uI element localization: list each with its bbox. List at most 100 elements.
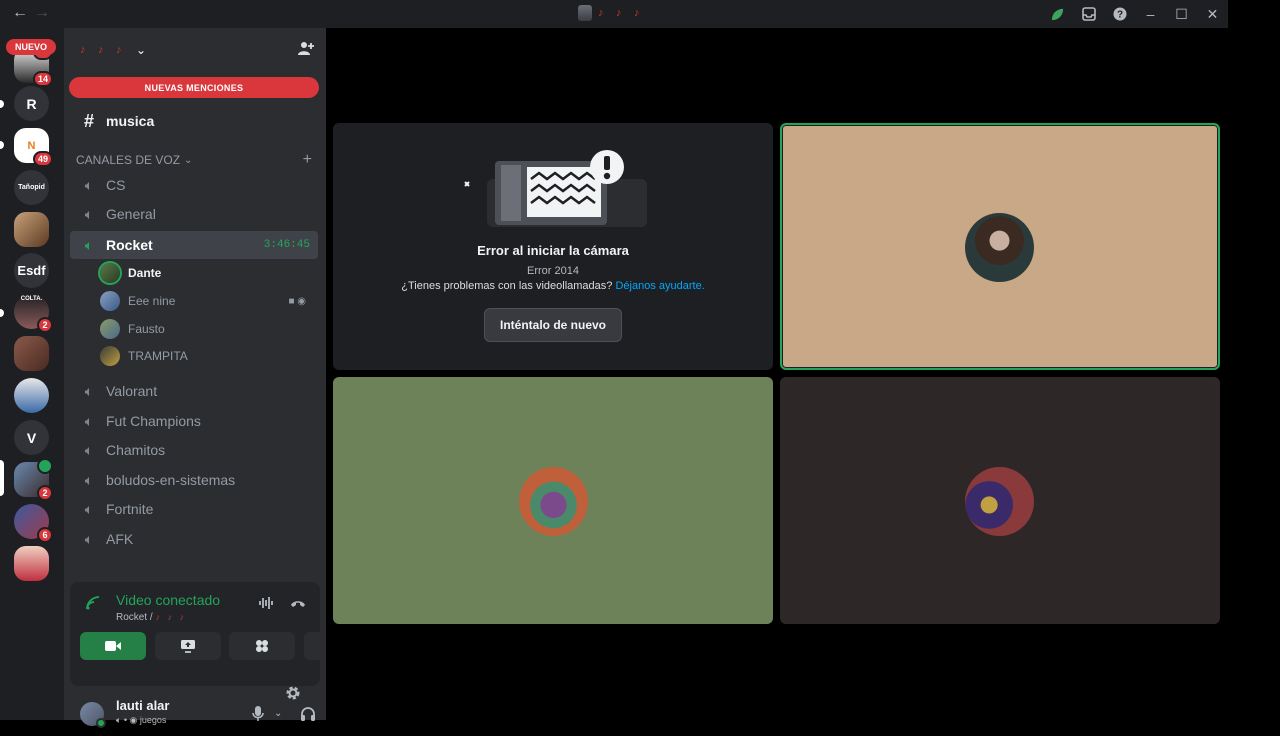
avatar[interactable] xyxy=(80,702,106,728)
member-name: Dante xyxy=(128,266,162,280)
avatar xyxy=(100,319,120,339)
screen-share-button[interactable] xyxy=(155,632,221,660)
hashtag-icon: # xyxy=(83,110,94,131)
server-icon[interactable]: 6 xyxy=(14,504,53,543)
maximize-button[interactable]: ☐ xyxy=(1166,0,1197,28)
channel-label: General xyxy=(106,206,156,222)
connection-status: Video conectado xyxy=(116,592,221,608)
unread-pill xyxy=(0,141,4,149)
server-header[interactable]: ♪ ♪ ♪ ⌄ xyxy=(64,28,326,72)
voice-channel-chamitos[interactable]: 🔈︎ Chamitos xyxy=(70,436,318,464)
back-arrow-icon[interactable]: ← xyxy=(12,4,28,22)
forward-arrow-icon[interactable]: → xyxy=(34,4,50,22)
voice-connection-panel: Video conectado Rocket / ♪ ♪ ♪ xyxy=(70,582,370,686)
user-activity: 🔈︎ • ◉ juegos xyxy=(116,715,166,726)
text-channel-musica[interactable]: # musica xyxy=(70,107,318,135)
channel-label: Fortnite xyxy=(106,501,154,517)
voice-channel-cs[interactable]: 🔈︎ CS xyxy=(70,171,318,199)
server-icon[interactable]: R xyxy=(14,86,49,121)
chevron-down-icon[interactable]: ⌄ xyxy=(274,708,282,719)
server-list: 18 14 NUEVO R N49 Tañopid Esdf COLTA.2 V… xyxy=(0,28,64,720)
mention-badge: 2 xyxy=(37,485,53,501)
signal-icon[interactable] xyxy=(86,596,100,613)
channel-label: AFK xyxy=(106,531,134,547)
server-initial: R xyxy=(26,95,37,112)
guitar-icon: ♪ xyxy=(598,7,604,19)
speaker-icon: 🔈︎ xyxy=(84,441,94,458)
new-badge: NUEVO xyxy=(6,39,56,55)
connection-channel-label: Rocket / xyxy=(116,612,153,623)
headphones-icon[interactable] xyxy=(300,706,316,725)
help-link[interactable]: Déjanos ayudarte. xyxy=(615,280,704,292)
invite-people-icon[interactable] xyxy=(298,40,314,61)
voice-category-header[interactable]: CANALES DE VOZ ⌄ + xyxy=(76,151,312,169)
voice-member[interactable]: Fausto xyxy=(100,316,314,342)
minimize-button[interactable]: – xyxy=(1135,0,1166,28)
inbox-icon[interactable] xyxy=(1073,0,1104,28)
server-icon[interactable]: COLTA. 2 xyxy=(14,294,53,333)
settings-gear-icon[interactable] xyxy=(285,685,301,706)
new-mentions-banner[interactable]: NUEVAS MENCIONES xyxy=(69,77,319,98)
server-icon[interactable]: Tañopid xyxy=(14,170,49,205)
retry-button[interactable]: Inténtalo de nuevo xyxy=(484,308,622,342)
camera-button[interactable] xyxy=(80,632,146,660)
close-button[interactable]: ✕ xyxy=(1197,0,1228,28)
server-icon[interactable]: V xyxy=(14,420,49,455)
username[interactable]: lauti alar xyxy=(116,698,169,713)
channel-label: Valorant xyxy=(106,383,158,399)
video-tile[interactable] xyxy=(780,377,1220,624)
voice-channel-fut-champions[interactable]: 🔈︎ Fut Champions xyxy=(70,407,318,435)
voice-channel-valorant[interactable]: 🔈︎ Valorant xyxy=(70,377,318,405)
mention-badge: 2 xyxy=(37,317,53,333)
voice-channel-afk[interactable]: 🔈︎ AFK xyxy=(70,525,318,553)
server-icon[interactable]: N 49 xyxy=(14,128,53,167)
noise-suppression-icon[interactable] xyxy=(258,596,274,613)
video-tile[interactable] xyxy=(333,377,773,624)
server-icon[interactable] xyxy=(14,336,49,371)
voice-channel-general[interactable]: 🔈︎ General xyxy=(70,200,318,228)
add-channel-icon[interactable]: + xyxy=(303,151,312,169)
unread-pill xyxy=(0,309,4,317)
nitro-leaf-icon[interactable] xyxy=(1042,0,1073,28)
connection-channel[interactable]: Rocket / ♪ ♪ ♪ xyxy=(116,611,191,623)
voice-channel-rocket[interactable]: 🔈︎ Rocket 3:46:45 xyxy=(70,231,318,259)
voice-member[interactable]: TRAMPITA xyxy=(100,343,314,369)
server-initial: N xyxy=(27,139,36,152)
video-call-grid: Error al iniciar la cámara Error 2014 ¿T… xyxy=(326,28,1228,720)
microphone-icon[interactable] xyxy=(252,706,264,725)
member-name: Eee nine xyxy=(128,294,176,308)
error-help-text: ¿Tienes problemas con las videollamadas?… xyxy=(333,280,773,292)
voice-channel-fortnite[interactable]: 🔈︎ Fortnite xyxy=(70,495,318,523)
error-code: Error 2014 xyxy=(527,265,579,277)
server-icon-selected[interactable]: 2 xyxy=(14,458,53,501)
server-icon[interactable] xyxy=(14,546,49,581)
guitar-icon: ♪ xyxy=(80,44,86,56)
disconnect-icon[interactable] xyxy=(290,596,306,612)
guitar-icon: ♪ xyxy=(634,7,640,19)
video-tile-speaking[interactable] xyxy=(780,123,1220,370)
member-name: Fausto xyxy=(128,322,165,336)
channel-label: CS xyxy=(106,177,126,193)
server-icon[interactable]: Esdf xyxy=(14,253,49,288)
video-tile-error[interactable]: Error al iniciar la cámara Error 2014 ¿T… xyxy=(333,123,773,370)
participant-avatar xyxy=(965,467,1034,536)
broken-camera-illustration xyxy=(464,150,647,227)
server-icon[interactable] xyxy=(14,378,49,413)
voice-activity-icon xyxy=(37,458,53,474)
voice-channel-boludos[interactable]: 🔈︎ boludos-en-sistemas xyxy=(70,466,318,494)
voice-member[interactable]: Dante xyxy=(100,260,314,286)
unread-pill xyxy=(0,100,4,108)
activities-button[interactable] xyxy=(229,632,295,660)
avatar xyxy=(100,291,120,311)
channel-label: boludos-en-sistemas xyxy=(106,472,236,488)
server-name-label: COLTA. xyxy=(20,296,43,302)
help-icon[interactable]: ? xyxy=(1104,0,1135,28)
avatar xyxy=(100,346,120,366)
mention-badge: 14 xyxy=(32,71,53,87)
channel-label: Chamitos xyxy=(106,442,166,458)
voice-member[interactable]: Eee nine ■ ◉ xyxy=(100,288,314,314)
speaker-icon: 🔈︎ • ◉ xyxy=(116,715,140,725)
selected-pill xyxy=(0,460,4,496)
participant-avatar xyxy=(965,213,1034,282)
server-icon[interactable] xyxy=(14,212,49,247)
